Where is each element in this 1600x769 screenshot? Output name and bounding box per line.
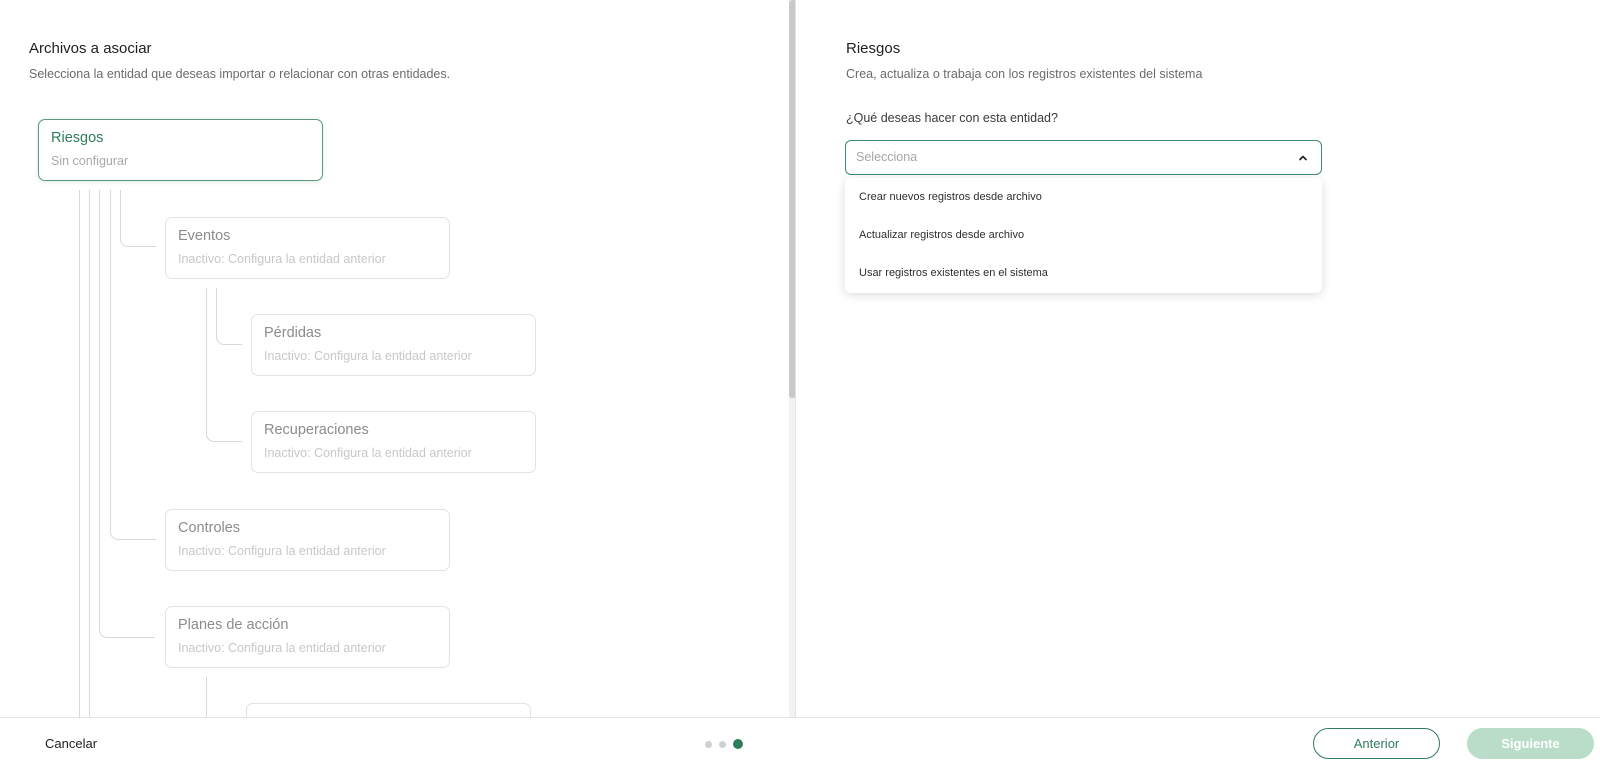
tree-card-riesgos[interactable]: Riesgos Sin configurar bbox=[38, 119, 323, 181]
step-dot bbox=[719, 740, 726, 748]
cancel-button[interactable]: Cancelar bbox=[45, 736, 97, 751]
tree-card-name: Riesgos bbox=[51, 130, 104, 146]
tree-card-status: Inactivo: Configura la entidad anterior bbox=[178, 544, 386, 558]
tree-card-status: Inactivo: Configura la entidad anterior bbox=[264, 446, 472, 460]
previous-button[interactable]: Anterior bbox=[1313, 728, 1440, 759]
tree-card-perdidas: Pérdidas Inactivo: Configura la entidad … bbox=[251, 314, 536, 376]
action-question-label: ¿Qué deseas hacer con esta entidad? bbox=[846, 111, 1058, 125]
tree-card-status: Sin configurar bbox=[51, 154, 129, 168]
panel-title: Archivos a asociar bbox=[29, 40, 152, 57]
tree-card-name: Eventos bbox=[178, 228, 231, 244]
option-actualizar[interactable]: Actualizar registros desde archivo bbox=[859, 229, 1024, 241]
step-indicator bbox=[705, 739, 743, 749]
tree-connector bbox=[89, 190, 90, 717]
tree-connector bbox=[216, 288, 242, 345]
step-dot-current bbox=[733, 739, 743, 749]
tree-connector bbox=[206, 677, 207, 717]
select-placeholder: Selecciona bbox=[856, 150, 918, 164]
entity-title: Riesgos bbox=[846, 40, 901, 57]
option-usar-existentes[interactable]: Usar registros existentes en el sistema bbox=[859, 267, 1048, 279]
tree-card-name: Planes de acción bbox=[178, 617, 289, 633]
option-crear-nuevos[interactable]: Crear nuevos registros desde archivo bbox=[859, 191, 1042, 203]
tree-card-status: Inactivo: Configura la entidad anterior bbox=[178, 252, 386, 266]
tree-card-recuperaciones: Recuperaciones Inactivo: Configura la en… bbox=[251, 411, 536, 473]
step-dot bbox=[705, 740, 712, 748]
next-button[interactable]: Siguiente bbox=[1467, 728, 1594, 759]
entity-tree-panel: Archivos a asociar Selecciona la entidad… bbox=[0, 0, 790, 717]
wizard-footer: Cancelar Anterior Siguiente bbox=[0, 717, 1600, 769]
tree-card-name: Controles bbox=[178, 520, 241, 536]
tree-connector bbox=[120, 190, 156, 247]
chevron-up-icon bbox=[1299, 155, 1307, 161]
action-dropdown-menu: Crear nuevos registros desde archivo Act… bbox=[845, 178, 1322, 293]
tree-card-partial bbox=[246, 703, 531, 717]
tree-card-name: Recuperaciones bbox=[264, 422, 369, 438]
panel-description: Selecciona la entidad que deseas importa… bbox=[29, 67, 451, 81]
tree-card-status: Inactivo: Configura la entidad anterior bbox=[264, 349, 472, 363]
action-select[interactable]: Selecciona bbox=[845, 140, 1322, 175]
tree-card-name: Pérdidas bbox=[264, 325, 322, 341]
panel-divider bbox=[795, 0, 796, 717]
tree-card-planes-de-accion: Planes de acción Inactivo: Configura la … bbox=[165, 606, 450, 668]
entity-description: Crea, actualiza o trabaja con los regist… bbox=[846, 67, 1203, 81]
tree-connector bbox=[79, 190, 80, 717]
tree-card-controles: Controles Inactivo: Configura la entidad… bbox=[165, 509, 450, 571]
tree-card-eventos: Eventos Inactivo: Configura la entidad a… bbox=[165, 217, 450, 279]
tree-card-status: Inactivo: Configura la entidad anterior bbox=[178, 641, 386, 655]
